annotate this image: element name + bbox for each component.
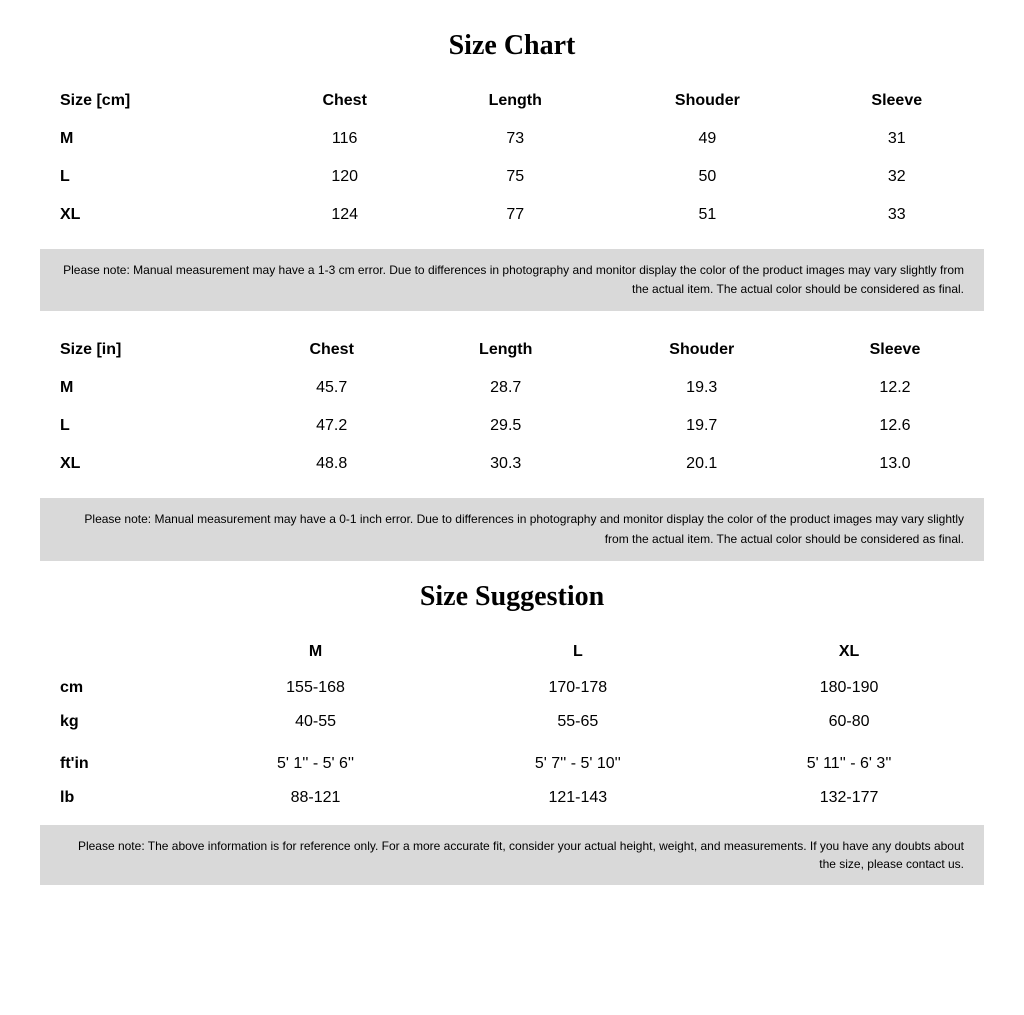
suggestion-row-kg-l: 55-65 xyxy=(442,705,715,739)
in-header-length: Length xyxy=(414,331,598,369)
cm-row-l-size: L xyxy=(40,158,264,196)
cm-row-m-chest: 116 xyxy=(264,120,425,158)
in-row-m-chest: 45.7 xyxy=(249,369,413,407)
table-row: ft'in 5' 1'' - 5' 6'' 5' 7'' - 5' 10'' 5… xyxy=(40,747,984,781)
size-suggestion-title: Size Suggestion xyxy=(40,581,984,613)
suggestion-row-ftin-l: 5' 7'' - 5' 10'' xyxy=(442,747,715,781)
in-header-size: Size [in] xyxy=(40,331,249,369)
in-size-table: Size [in] Chest Length Shouder Sleeve M … xyxy=(40,331,984,483)
in-header-sleeve: Sleeve xyxy=(806,331,984,369)
table-row: XL 48.8 30.3 20.1 13.0 xyxy=(40,445,984,483)
suggestion-row-ftin-label: ft'in xyxy=(40,747,190,781)
cm-row-xl-sleeve: 33 xyxy=(810,196,984,234)
suggestion-header-m: M xyxy=(190,633,442,671)
suggestion-row-ftin-m: 5' 1'' - 5' 6'' xyxy=(190,747,442,781)
in-note-box: Please note: Manual measurement may have… xyxy=(40,498,984,560)
cm-row-xl-chest: 124 xyxy=(264,196,425,234)
cm-row-xl-length: 77 xyxy=(425,196,605,234)
suggestion-row-ftin-xl: 5' 11'' - 6' 3'' xyxy=(714,747,984,781)
suggestion-row-kg-label: kg xyxy=(40,705,190,739)
cm-header-chest: Chest xyxy=(264,82,425,120)
suggestion-row-kg-xl: 60-80 xyxy=(714,705,984,739)
suggestion-row-lb-m: 88-121 xyxy=(190,781,442,815)
table-row: L 47.2 29.5 19.7 12.6 xyxy=(40,407,984,445)
suggestion-note-box: Please note: The above information is fo… xyxy=(40,825,984,885)
cm-row-l-length: 75 xyxy=(425,158,605,196)
suggestion-row-lb-xl: 132-177 xyxy=(714,781,984,815)
in-row-l-size: L xyxy=(40,407,249,445)
cm-row-m-sleeve: 31 xyxy=(810,120,984,158)
in-row-l-shoulder: 19.7 xyxy=(598,407,806,445)
suggestion-row-lb-label: lb xyxy=(40,781,190,815)
suggestion-row-cm-label: cm xyxy=(40,671,190,705)
in-row-l-sleeve: 12.6 xyxy=(806,407,984,445)
suggestion-row-cm-l: 170-178 xyxy=(442,671,715,705)
table-row: XL 124 77 51 33 xyxy=(40,196,984,234)
table-row: cm 155-168 170-178 180-190 xyxy=(40,671,984,705)
suggestion-header-xl: XL xyxy=(714,633,984,671)
cm-row-m-shoulder: 49 xyxy=(605,120,809,158)
suggestion-note-text: Please note: The above information is fo… xyxy=(60,837,964,873)
spacer-row xyxy=(40,739,984,747)
cm-note-box: Please note: Manual measurement may have… xyxy=(40,249,984,311)
table-row: L 120 75 50 32 xyxy=(40,158,984,196)
in-row-m-length: 28.7 xyxy=(414,369,598,407)
in-row-m-size: M xyxy=(40,369,249,407)
cm-header-size: Size [cm] xyxy=(40,82,264,120)
in-row-xl-chest: 48.8 xyxy=(249,445,413,483)
in-row-l-chest: 47.2 xyxy=(249,407,413,445)
in-row-xl-sleeve: 13.0 xyxy=(806,445,984,483)
in-row-m-sleeve: 12.2 xyxy=(806,369,984,407)
suggestion-row-lb-l: 121-143 xyxy=(442,781,715,815)
table-row: M 116 73 49 31 xyxy=(40,120,984,158)
cm-row-l-chest: 120 xyxy=(264,158,425,196)
cm-row-l-shoulder: 50 xyxy=(605,158,809,196)
in-row-l-length: 29.5 xyxy=(414,407,598,445)
in-row-xl-shoulder: 20.1 xyxy=(598,445,806,483)
cm-size-table: Size [cm] Chest Length Shouder Sleeve M … xyxy=(40,82,984,234)
cm-row-xl-shoulder: 51 xyxy=(605,196,809,234)
in-row-m-shoulder: 19.3 xyxy=(598,369,806,407)
cm-row-l-sleeve: 32 xyxy=(810,158,984,196)
suggestion-row-cm-m: 155-168 xyxy=(190,671,442,705)
cm-header-length: Length xyxy=(425,82,605,120)
suggestion-row-kg-m: 40-55 xyxy=(190,705,442,739)
suggestion-header-empty xyxy=(40,633,190,671)
in-header-shoulder: Shouder xyxy=(598,331,806,369)
table-row: M 45.7 28.7 19.3 12.2 xyxy=(40,369,984,407)
in-note-text: Please note: Manual measurement may have… xyxy=(60,510,964,548)
size-suggestion-table: M L XL cm 155-168 170-178 180-190 kg 40-… xyxy=(40,633,984,815)
cm-note-text: Please note: Manual measurement may have… xyxy=(60,261,964,299)
table-row: lb 88-121 121-143 132-177 xyxy=(40,781,984,815)
in-header-chest: Chest xyxy=(249,331,413,369)
cm-header-shoulder: Shouder xyxy=(605,82,809,120)
cm-row-xl-size: XL xyxy=(40,196,264,234)
cm-header-sleeve: Sleeve xyxy=(810,82,984,120)
in-row-xl-size: XL xyxy=(40,445,249,483)
page-title: Size Chart xyxy=(40,30,984,62)
suggestion-row-cm-xl: 180-190 xyxy=(714,671,984,705)
cm-row-m-length: 73 xyxy=(425,120,605,158)
table-row: kg 40-55 55-65 60-80 xyxy=(40,705,984,739)
cm-row-m-size: M xyxy=(40,120,264,158)
in-row-xl-length: 30.3 xyxy=(414,445,598,483)
suggestion-header-l: L xyxy=(442,633,715,671)
